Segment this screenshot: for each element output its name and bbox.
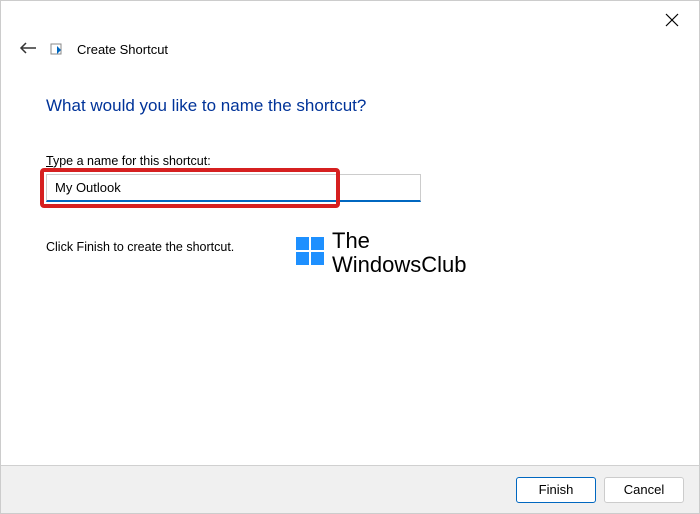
shortcut-icon — [49, 42, 65, 58]
wizard-title: Create Shortcut — [77, 42, 168, 57]
cancel-button[interactable]: Cancel — [604, 477, 684, 503]
shortcut-name-input[interactable] — [46, 174, 421, 202]
create-shortcut-window: Create Shortcut What would you like to n… — [0, 0, 700, 514]
watermark: The WindowsClub — [296, 229, 467, 277]
input-wrapper — [46, 174, 421, 202]
wizard-header: Create Shortcut — [19, 39, 168, 60]
watermark-logo-icon — [296, 237, 324, 270]
wizard-footer: Finish Cancel — [1, 465, 699, 513]
close-icon[interactable] — [665, 11, 679, 32]
page-heading: What would you like to name the shortcut… — [46, 96, 654, 116]
back-arrow-icon[interactable] — [19, 39, 37, 60]
finish-button[interactable]: Finish — [516, 477, 596, 503]
watermark-text: The WindowsClub — [332, 229, 467, 277]
input-label: Type a name for this shortcut: — [46, 154, 654, 168]
